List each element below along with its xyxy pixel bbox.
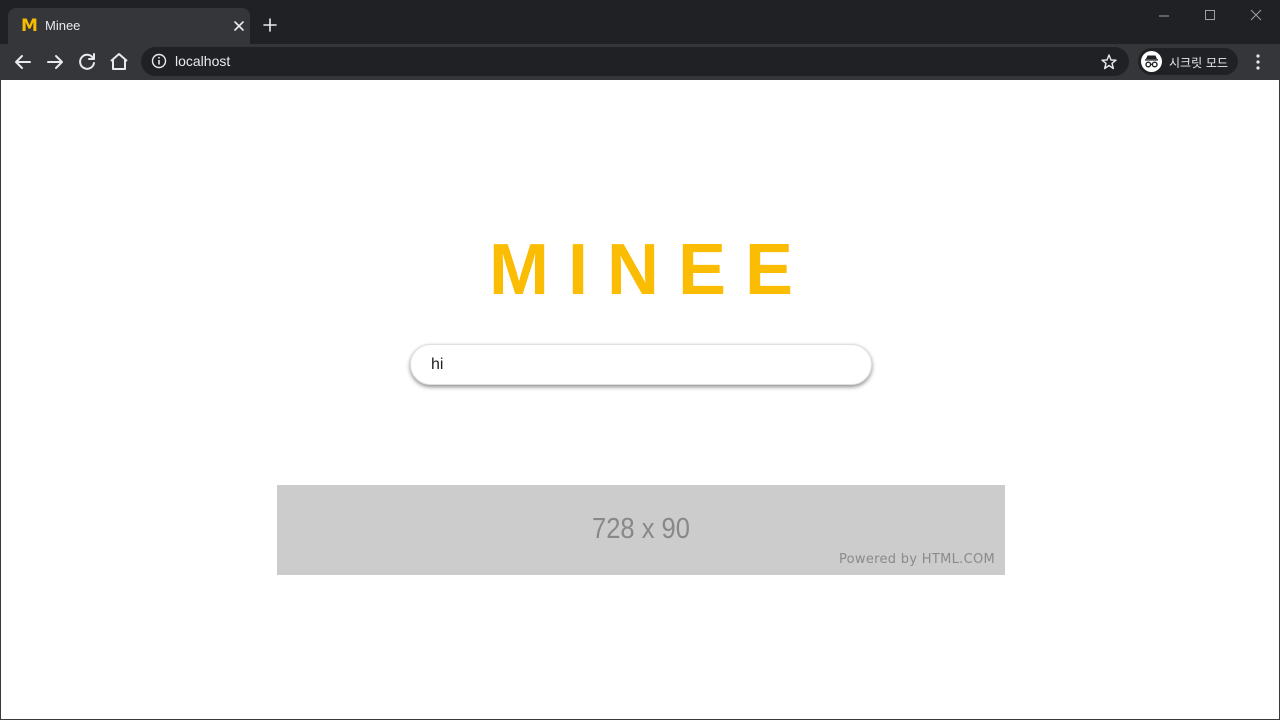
tab-strip: M Minee [0, 0, 1280, 44]
incognito-indicator[interactable]: 시크릿 모드 [1138, 48, 1238, 75]
ad-powered-by: Powered by HTML.COM [838, 552, 995, 567]
arrow-right-icon[interactable] [43, 50, 67, 74]
vertical-dots-icon[interactable] [1249, 52, 1267, 72]
info-icon[interactable] [151, 53, 167, 69]
ad-size-label: 728 x 90 [592, 513, 690, 545]
url-text[interactable]: localhost [175, 53, 230, 69]
toolbar: localhost 시크릿 모드 [0, 44, 1280, 80]
star-icon[interactable] [1100, 53, 1118, 71]
page-content: MINEE 728 x 90 Powered by HTML.COM [0, 80, 1280, 720]
incognito-label: 시크릿 모드 [1169, 56, 1229, 70]
maximize-icon[interactable] [1200, 6, 1220, 26]
tab-title: Minee [45, 18, 81, 33]
ad-banner[interactable]: 728 x 90 Powered by HTML.COM [277, 485, 1005, 575]
tab-minee[interactable]: M Minee [8, 8, 250, 44]
minimize-icon[interactable] [1154, 6, 1174, 26]
incognito-icon [1141, 51, 1162, 72]
reload-icon[interactable] [75, 50, 99, 74]
arrow-left-icon[interactable] [11, 50, 35, 74]
favicon-icon: M [21, 16, 38, 36]
window-close-icon[interactable] [1246, 6, 1266, 26]
plus-icon[interactable] [260, 15, 280, 35]
address-bar[interactable]: localhost [141, 47, 1129, 76]
home-icon[interactable] [107, 50, 131, 74]
browser-chrome: M Minee localhost 시크릿 모드 [0, 0, 1280, 80]
search-input[interactable] [410, 344, 872, 385]
close-icon[interactable] [229, 16, 249, 36]
logo-title: MINEE [488, 230, 813, 310]
